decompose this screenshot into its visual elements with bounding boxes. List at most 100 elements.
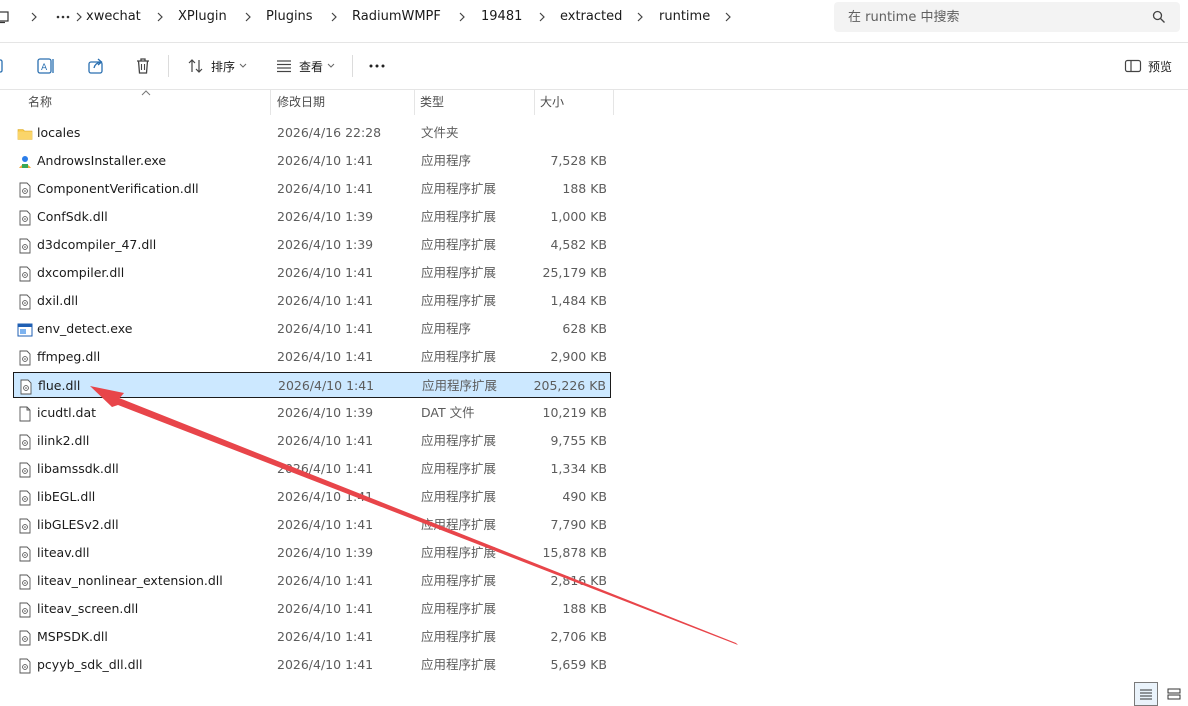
file-row[interactable]: ComponentVerification.dll 2026/4/10 1:41 应… [13, 176, 611, 202]
file-name[interactable]: ffmpeg.dll [37, 344, 100, 370]
file-row[interactable]: liteav_screen.dll 2026/4/10 1:41 应用程序扩展 188… [13, 596, 611, 622]
file-name[interactable]: env_detect.exe [37, 316, 132, 342]
file-row[interactable]: libamssdk.dll 2026/4/10 1:41 应用程序扩展 1,334 K… [13, 456, 611, 482]
file-type: 应用程序扩展 [421, 349, 497, 364]
file-row[interactable]: liteav_nonlinear_extension.dll 2026/4/10 … [13, 568, 611, 594]
file-row[interactable]: icudtl.dat 2026/4/10 1:39 DAT 文件 10,219 KB [13, 400, 611, 426]
preview-pane-button[interactable]: 预览 [1118, 43, 1178, 89]
file-type: 应用程序扩展 [421, 237, 497, 252]
dll-file-icon [17, 601, 33, 618]
dll-file-icon [17, 237, 33, 254]
breadcrumb-item-plugins[interactable]: Plugins [266, 2, 313, 32]
search-box[interactable] [834, 2, 1180, 32]
file-row[interactable]: ffmpeg.dll 2026/4/10 1:41 应用程序扩展 2,900 KB [13, 344, 611, 370]
file-name[interactable]: icudtl.dat [37, 400, 96, 426]
file-name[interactable]: MSPSDK.dll [37, 624, 108, 650]
dll-file-icon [17, 657, 33, 674]
toolbar-divider [168, 55, 169, 77]
file-row[interactable]: flue.dll 2026/4/10 1:41 应用程序扩展 205,226 KB [13, 372, 611, 398]
file-row[interactable]: locales 2026/4/16 22:28 文件夹 [13, 120, 611, 146]
breadcrumb-item-extracted[interactable]: extracted [560, 2, 622, 32]
search-input[interactable] [834, 2, 1158, 32]
chevron-down-icon [327, 63, 335, 68]
file-name[interactable]: liteav_nonlinear_extension.dll [37, 568, 223, 594]
dll-file-icon [17, 517, 33, 534]
column-header-name[interactable]: 名称 [20, 89, 270, 115]
file-row[interactable]: libEGL.dll 2026/4/10 1:41 应用程序扩展 490 KB [13, 484, 611, 510]
sort-button[interactable]: 排序 [184, 43, 250, 89]
file-type: 应用程序扩展 [421, 517, 497, 532]
column-header-size[interactable]: 大小 [532, 89, 612, 115]
breadcrumb-item-runtime[interactable]: runtime [659, 2, 710, 32]
file-name[interactable]: ComponentVerification.dll [37, 176, 199, 202]
chevron-right-icon[interactable] [330, 2, 338, 32]
more-options-button[interactable] [364, 43, 390, 89]
file-size: 2,706 KB [550, 629, 607, 644]
file-name[interactable]: dxil.dll [37, 288, 78, 314]
file-name[interactable]: AndrowsInstaller.exe [37, 148, 166, 174]
file-name[interactable]: libamssdk.dll [37, 456, 119, 482]
file-row[interactable]: ilink2.dll 2026/4/10 1:41 应用程序扩展 9,755 KB [13, 428, 611, 454]
column-header-date[interactable]: 修改日期 [269, 89, 414, 115]
file-size: 1,000 KB [550, 209, 607, 224]
monitor-icon[interactable] [0, 2, 10, 32]
file-row[interactable]: MSPSDK.dll 2026/4/10 1:41 应用程序扩展 2,706 KB [13, 624, 611, 650]
file-row[interactable]: libGLESv2.dll 2026/4/10 1:41 应用程序扩展 7,790 K… [13, 512, 611, 538]
file-row[interactable]: dxcompiler.dll 2026/4/10 1:41 应用程序扩展 25,179… [13, 260, 611, 286]
file-row[interactable]: liteav.dll 2026/4/10 1:39 应用程序扩展 15,878 KB [13, 540, 611, 566]
file-row[interactable]: ConfSdk.dll 2026/4/10 1:39 应用程序扩展 1,000 KB [13, 204, 611, 230]
file-row[interactable]: dxil.dll 2026/4/10 1:41 应用程序扩展 1,484 KB [13, 288, 611, 314]
details-view-button[interactable] [1134, 682, 1158, 706]
file-row[interactable]: env_detect.exe 2026/4/10 1:41 应用程序 628 KB [13, 316, 611, 342]
sort-label: 排序 [210, 59, 235, 74]
file-row[interactable]: AndrowsInstaller.exe 2026/4/10 1:41 应用程序 7,… [13, 148, 611, 174]
breadcrumb-item-19481[interactable]: 19481 [481, 2, 522, 32]
file-name[interactable]: libEGL.dll [37, 484, 95, 510]
file-name[interactable]: ConfSdk.dll [37, 204, 108, 230]
chevron-right-icon[interactable] [538, 2, 546, 32]
share-button[interactable] [84, 43, 108, 89]
file-row[interactable]: d3dcompiler_47.dll 2026/4/10 1:39 应用程序扩展 4,… [13, 232, 611, 258]
chevron-right-icon[interactable] [636, 2, 644, 32]
view-button[interactable]: 查看 [272, 43, 338, 89]
chevron-right-icon[interactable] [458, 2, 466, 32]
chevron-right-icon[interactable] [30, 2, 38, 32]
column-header-type[interactable]: 类型 [412, 89, 534, 115]
search-icon[interactable] [1152, 10, 1166, 27]
breadcrumb-item-xplugin[interactable]: XPlugin [178, 2, 227, 32]
tiles-view-button[interactable] [1162, 682, 1186, 706]
file-modified-date: 2026/4/10 1:39 [277, 405, 374, 420]
rename-button[interactable]: A [34, 43, 58, 89]
file-name[interactable]: liteav_screen.dll [37, 596, 138, 622]
file-name[interactable]: d3dcompiler_47.dll [37, 232, 156, 258]
file-row[interactable]: pcyyb_sdk_dll.dll 2026/4/10 1:41 应用程序扩展 5,6… [13, 652, 611, 678]
file-name[interactable]: flue.dll [38, 373, 80, 399]
file-name[interactable]: liteav.dll [37, 540, 89, 566]
chevron-right-icon[interactable] [244, 2, 252, 32]
copy-icon[interactable] [0, 43, 8, 89]
file-name[interactable]: ilink2.dll [37, 428, 89, 454]
dll-file-icon [18, 378, 34, 395]
file-name[interactable]: locales [37, 120, 80, 146]
file-name[interactable]: libGLESv2.dll [37, 512, 119, 538]
chevron-right-icon[interactable] [75, 2, 83, 32]
breadcrumb-item-radiumwmpf[interactable]: RadiumWMPF [352, 2, 441, 32]
tiles-view-icon [1167, 688, 1181, 700]
chevron-right-icon[interactable] [156, 2, 164, 32]
file-type: 应用程序扩展 [421, 181, 497, 196]
column-divider[interactable] [613, 89, 614, 115]
breadcrumb[interactable]: xwechat XPlugin Plugins RadiumWMPF 19481… [0, 2, 826, 32]
file-size: 5,659 KB [550, 657, 607, 672]
chevron-right-icon[interactable] [724, 2, 732, 32]
delete-button[interactable] [132, 43, 154, 89]
file-modified-date: 2026/4/10 1:41 [277, 629, 374, 644]
file-name[interactable]: pcyyb_sdk_dll.dll [37, 652, 142, 678]
file-modified-date: 2026/4/10 1:39 [277, 237, 374, 252]
file-name[interactable]: dxcompiler.dll [37, 260, 124, 286]
breadcrumb-item-xwechat[interactable]: xwechat [86, 2, 141, 32]
file-size: 205,226 KB [533, 378, 606, 393]
more-crumbs-icon[interactable] [56, 2, 70, 32]
file-type: 文件夹 [421, 125, 459, 140]
file-size: 2,900 KB [550, 349, 607, 364]
more-icon [369, 64, 385, 68]
